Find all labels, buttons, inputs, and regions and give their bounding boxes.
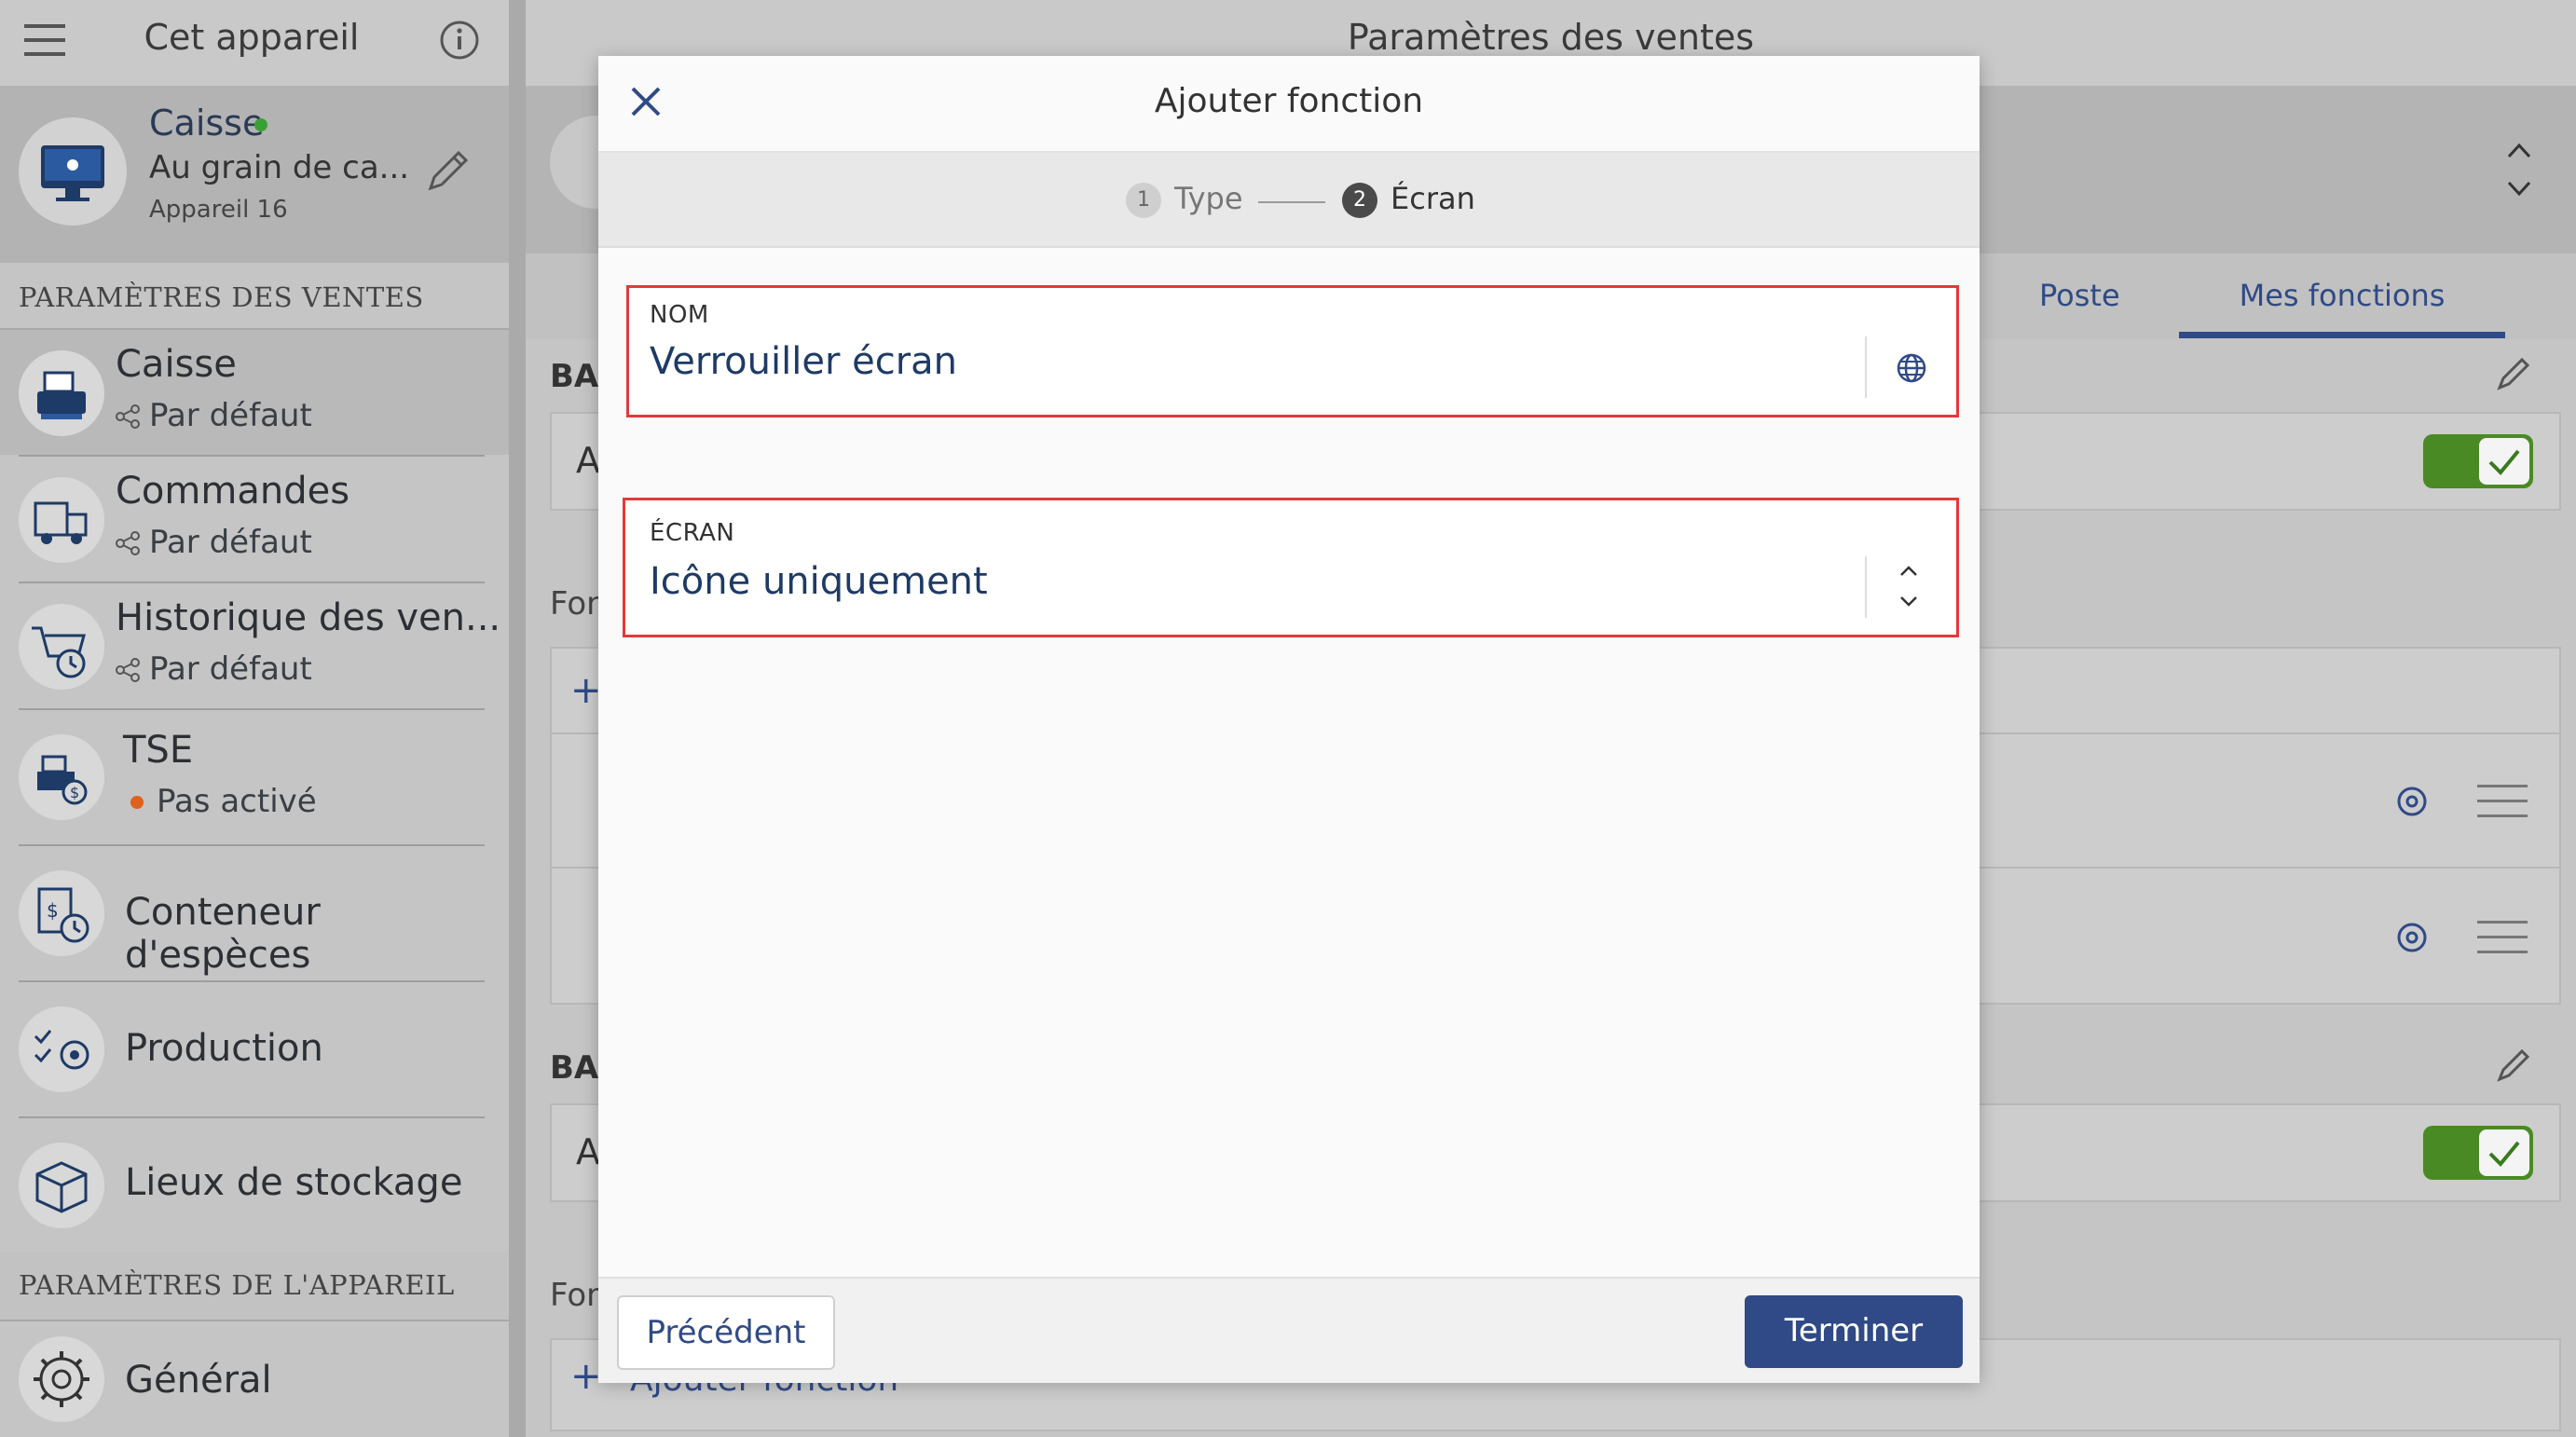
- svg-text:$: $: [70, 784, 79, 801]
- dialog-footer: Précédent Terminer: [598, 1277, 1980, 1383]
- status-dot: [130, 796, 144, 809]
- production-icon: [19, 1006, 104, 1092]
- toggle-knob: [2479, 1129, 2529, 1176]
- register-coin-icon: $: [19, 734, 104, 820]
- svg-text:$: $: [47, 899, 59, 922]
- sidebar-item-label: Lieux de stockage: [125, 1161, 463, 1204]
- share-icon: [116, 404, 140, 429]
- device-description: Au grain de ca...: [149, 149, 410, 186]
- toggle-switch[interactable]: [2423, 1126, 2533, 1180]
- storage-box-icon: [19, 1143, 104, 1228]
- sidebar-item-conteneur[interactable]: $ Conteneur d'espèces: [0, 846, 509, 980]
- sidebar-item-label: TSE: [123, 729, 194, 772]
- finish-button[interactable]: Terminer: [1745, 1295, 1963, 1368]
- computer-icon: [19, 117, 127, 226]
- sidebar-item-production[interactable]: Production: [0, 982, 509, 1116]
- device-number: Appareil 16: [149, 196, 288, 224]
- stepper: 1 Type 2 Écran: [598, 153, 1980, 248]
- toggle-switch[interactable]: [2423, 434, 2533, 488]
- sidebar-item-general[interactable]: Général: [0, 1321, 509, 1437]
- name-field-value[interactable]: Verrouiller écran: [650, 340, 957, 383]
- share-icon: [116, 658, 140, 682]
- chevron-up-down-icon[interactable]: [1898, 564, 1919, 609]
- share-icon: [116, 531, 140, 555]
- sidebar-item-sub: Pas activé: [157, 783, 317, 820]
- info-icon[interactable]: [440, 21, 479, 60]
- step-number-badge: 1: [1126, 183, 1161, 218]
- step-label: Écran: [1391, 181, 1475, 216]
- device-status-dot: [254, 118, 267, 131]
- setting-label: A: [576, 1131, 600, 1172]
- sidebar-header: Cet appareil: [0, 0, 509, 86]
- page-title: Paramètres des ventes: [1347, 17, 1755, 58]
- sidebar-item-label: Commandes: [116, 470, 350, 513]
- name-field[interactable]: NOM Verrouiller écran: [626, 285, 1959, 417]
- step-connector: [1258, 201, 1325, 203]
- cart-history-icon: [19, 604, 104, 690]
- previous-button[interactable]: Précédent: [617, 1295, 835, 1370]
- setting-label: A: [576, 440, 600, 481]
- gear-icon[interactable]: [2391, 917, 2432, 958]
- edit-pencil-icon[interactable]: [2494, 352, 2535, 393]
- add-function-dialog: Ajouter fonction 1 Type 2 Écran NOM Verr…: [598, 56, 1980, 1383]
- current-device-card[interactable]: Caisse Au grain de ca... Appareil 16: [0, 86, 509, 263]
- section-sales-header: PARAMÈTRES DES VENTES: [19, 281, 424, 313]
- sidebar-item-historique[interactable]: Historique des ven... Par défaut: [0, 583, 509, 708]
- name-field-label: NOM: [650, 301, 709, 329]
- gear-icon: [19, 1336, 104, 1422]
- dialog-title: Ajouter fonction: [1154, 82, 1424, 120]
- cash-container-icon: $: [19, 870, 104, 956]
- sidebar-item-commandes[interactable]: Commandes Par défaut: [0, 457, 509, 582]
- active-tab-indicator: [2179, 332, 2505, 338]
- step-number-badge: 2: [1342, 183, 1377, 218]
- plus-icon: +: [570, 1355, 602, 1398]
- screen-select-value[interactable]: Icône uniquement: [650, 560, 988, 603]
- sidebar-item-sub: Par défaut: [149, 650, 312, 688]
- step-label: Type: [1174, 181, 1243, 216]
- tab-label: Mes fonctions: [2239, 278, 2446, 313]
- sidebar-item-tse[interactable]: $ TSE Pas activé: [0, 710, 509, 842]
- sidebar-item-caisse[interactable]: Caisse Par défaut: [0, 330, 509, 455]
- sidebar-item-label: Historique des ven...: [116, 596, 501, 639]
- sidebar-item-label: Conteneur d'espèces: [125, 891, 321, 977]
- sidebar-item-label: Caisse: [116, 343, 237, 386]
- sidebar-item-sub: Par défaut: [149, 524, 312, 561]
- toggle-knob: [2479, 438, 2529, 485]
- plus-icon[interactable]: +: [570, 669, 602, 712]
- section-device-bar: PARAMÈTRES DE L'APPAREIL: [0, 1252, 509, 1320]
- cash-register-icon: [19, 350, 104, 436]
- edit-pencil-icon[interactable]: [2494, 1044, 2535, 1085]
- screen-select[interactable]: ÉCRAN Icône uniquement: [623, 498, 1959, 637]
- device-name: Caisse: [149, 103, 265, 144]
- sidebar-item-sub: Par défaut: [149, 397, 312, 434]
- delivery-truck-icon: [19, 477, 104, 563]
- panel-separator: [509, 0, 526, 1437]
- drag-handle-icon[interactable]: [2477, 919, 2528, 956]
- field-divider: [1865, 336, 1867, 398]
- sidebar-item-label: Général: [125, 1359, 272, 1402]
- globe-icon[interactable]: [1895, 351, 1928, 385]
- hamburger-menu-icon[interactable]: [24, 24, 65, 56]
- sidebar-item-label: Production: [125, 1027, 323, 1070]
- section-device-header: PARAMÈTRES DE L'APPAREIL: [19, 1269, 455, 1301]
- sidebar-title: Cet appareil: [144, 17, 360, 58]
- field-divider: [1865, 556, 1867, 618]
- drag-handle-icon[interactable]: [2477, 783, 2528, 820]
- sidebar-item-lieux-stockage[interactable]: Lieux de stockage: [0, 1118, 509, 1252]
- dialog-header: Ajouter fonction: [598, 56, 1980, 153]
- screen-select-label: ÉCRAN: [650, 519, 735, 547]
- gear-icon[interactable]: [2391, 781, 2432, 822]
- tab-label: Poste: [2039, 278, 2120, 313]
- edit-pencil-icon[interactable]: [421, 145, 473, 198]
- tab-mes-fonctions[interactable]: Mes fonctions: [2179, 253, 2505, 339]
- expand-collapse-icon[interactable]: [2505, 140, 2533, 199]
